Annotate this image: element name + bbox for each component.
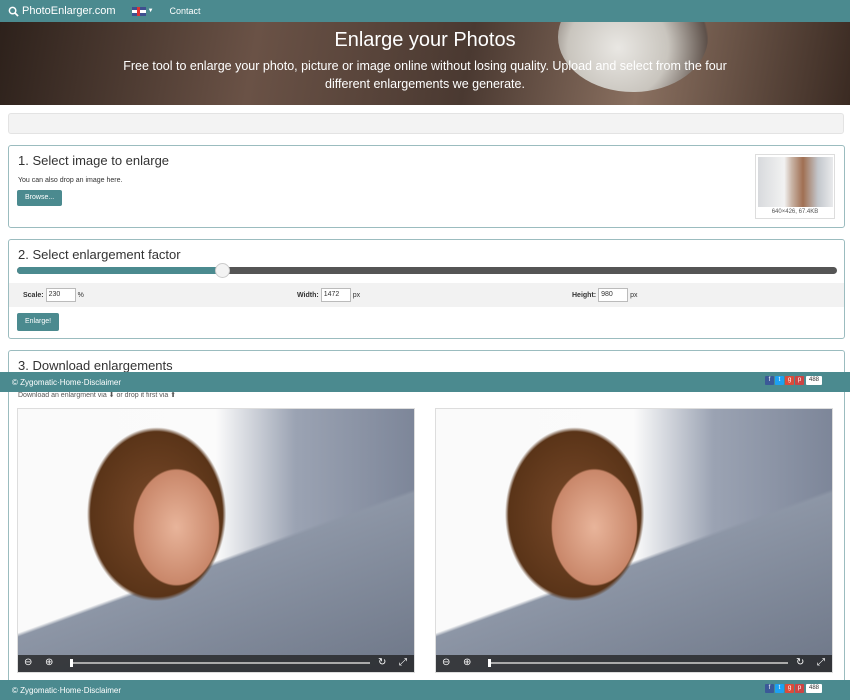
enlargement-preview-1[interactable]: ⊖ ⊕ ↻ ⤢ <box>17 408 415 673</box>
footer-copyright: © Zygomatic <box>12 685 58 695</box>
height-label: Height: <box>572 291 597 299</box>
zoom-out-icon[interactable]: ⊖ <box>442 657 450 669</box>
scale-field: Scale: 230 % <box>23 288 84 302</box>
fullscreen-icon[interactable]: ⤢ <box>817 657 825 669</box>
magnifier-icon <box>8 6 19 17</box>
thumbnail-meta: 640×426, 67.4KB <box>771 209 819 215</box>
height-unit: px <box>630 291 638 299</box>
twitter-icon[interactable]: t <box>774 376 784 385</box>
share-count: 488 <box>805 684 822 693</box>
share-count: 488 <box>805 376 822 385</box>
footer-home-link[interactable]: Home <box>60 686 81 695</box>
select-image-title: 1. Select image to enlarge <box>18 153 170 168</box>
source-thumbnail: 640×426, 67.4KB <box>755 154 835 219</box>
sticky-footer-bar: © Zygomatic · Home · Disclaimer f t g p … <box>0 372 850 392</box>
width-input[interactable]: 1472 <box>320 288 351 302</box>
chevron-down-icon[interactable]: ▼ <box>148 8 154 14</box>
footer-disclaimer-link[interactable]: Disclaimer <box>84 686 121 695</box>
width-field: Width: 1472 px <box>297 288 360 302</box>
hero-banner: Enlarge your Photos Free tool to enlarge… <box>0 22 850 105</box>
scale-slider[interactable] <box>17 263 837 278</box>
height-field: Height: 980 px <box>572 288 638 302</box>
width-unit: px <box>352 291 361 299</box>
fullscreen-icon[interactable]: ⤢ <box>399 657 407 669</box>
footer-copyright: © Zygomatic <box>12 377 58 387</box>
rotate-icon[interactable]: ↻ <box>796 657 804 669</box>
hero-title: Enlarge your Photos <box>334 29 516 51</box>
enlargement-factor-title: 2. Select enlargement factor <box>18 247 181 262</box>
enlarge-button[interactable]: Enlarge! <box>17 313 60 331</box>
pinterest-icon[interactable]: p <box>794 376 804 385</box>
social-share: f t g p 488 <box>764 376 822 385</box>
twitter-icon[interactable]: t <box>774 684 784 693</box>
download-panel: 3. Download enlargements Download an enl… <box>8 350 845 695</box>
enlargement-preview-2[interactable]: ⊖ ⊕ ↻ ⤢ <box>435 408 833 673</box>
info-bar <box>8 113 844 134</box>
social-share: f t g p 488 <box>764 684 822 693</box>
drop-hint: You can also drop an image here. <box>18 177 123 184</box>
zoom-in-icon[interactable]: ⊕ <box>45 657 53 669</box>
viewer-toolbar-2: ⊖ ⊕ ↻ ⤢ <box>436 655 832 672</box>
enlargement-factor-panel: 2. Select enlargement factor Scale: 230 … <box>8 239 845 339</box>
scale-label: Scale: <box>23 291 44 299</box>
enlarged-photo-2 <box>436 409 832 672</box>
height-input[interactable]: 980 <box>598 288 629 302</box>
width-label: Width: <box>297 291 319 299</box>
footer-disclaimer-link[interactable]: Disclaimer <box>84 378 121 387</box>
brand-link[interactable]: PhotoEnlarger.com <box>8 5 116 17</box>
slider-handle[interactable] <box>215 263 230 278</box>
zoom-in-icon[interactable]: ⊕ <box>463 657 471 669</box>
googleplus-icon[interactable]: g <box>784 376 794 385</box>
pinterest-icon[interactable]: p <box>794 684 804 693</box>
download-title: 3. Download enlargements <box>18 358 173 373</box>
hero-subtitle: Free tool to enlarge your photo, picture… <box>123 59 727 91</box>
select-image-panel[interactable]: 1. Select image to enlarge You can also … <box>8 145 845 228</box>
rotate-icon[interactable]: ↻ <box>378 657 386 669</box>
zoom-out-icon[interactable]: ⊖ <box>24 657 32 669</box>
zoom-slider[interactable] <box>70 659 370 667</box>
slider-fill <box>17 267 222 274</box>
googleplus-icon[interactable]: g <box>784 684 794 693</box>
facebook-icon[interactable]: f <box>764 684 774 693</box>
enlarged-photo-1 <box>18 409 414 672</box>
brand-name: PhotoEnlarger.com <box>22 5 116 17</box>
viewer-toolbar-1: ⊖ ⊕ ↻ ⤢ <box>18 655 414 672</box>
facebook-icon[interactable]: f <box>764 376 774 385</box>
top-navbar: PhotoEnlarger.com ▼ Contact <box>0 0 850 22</box>
uk-flag-icon[interactable] <box>131 6 146 16</box>
thumbnail-image <box>758 157 833 207</box>
footer-home-link[interactable]: Home <box>60 378 81 387</box>
scale-input[interactable]: 230 <box>45 288 76 302</box>
bottom-footer-bar: © Zygomatic · Home · Disclaimer f t g p … <box>0 680 850 700</box>
scale-unit: % <box>77 291 84 299</box>
download-note: Download an enlargment via ⬇ or drop it … <box>18 392 177 399</box>
dimension-row: Scale: 230 % Width: 1472 px Height: 980 … <box>9 283 844 307</box>
zoom-slider[interactable] <box>488 659 788 667</box>
contact-link[interactable]: Contact <box>170 6 201 16</box>
browse-button[interactable]: Browse... <box>17 190 63 206</box>
